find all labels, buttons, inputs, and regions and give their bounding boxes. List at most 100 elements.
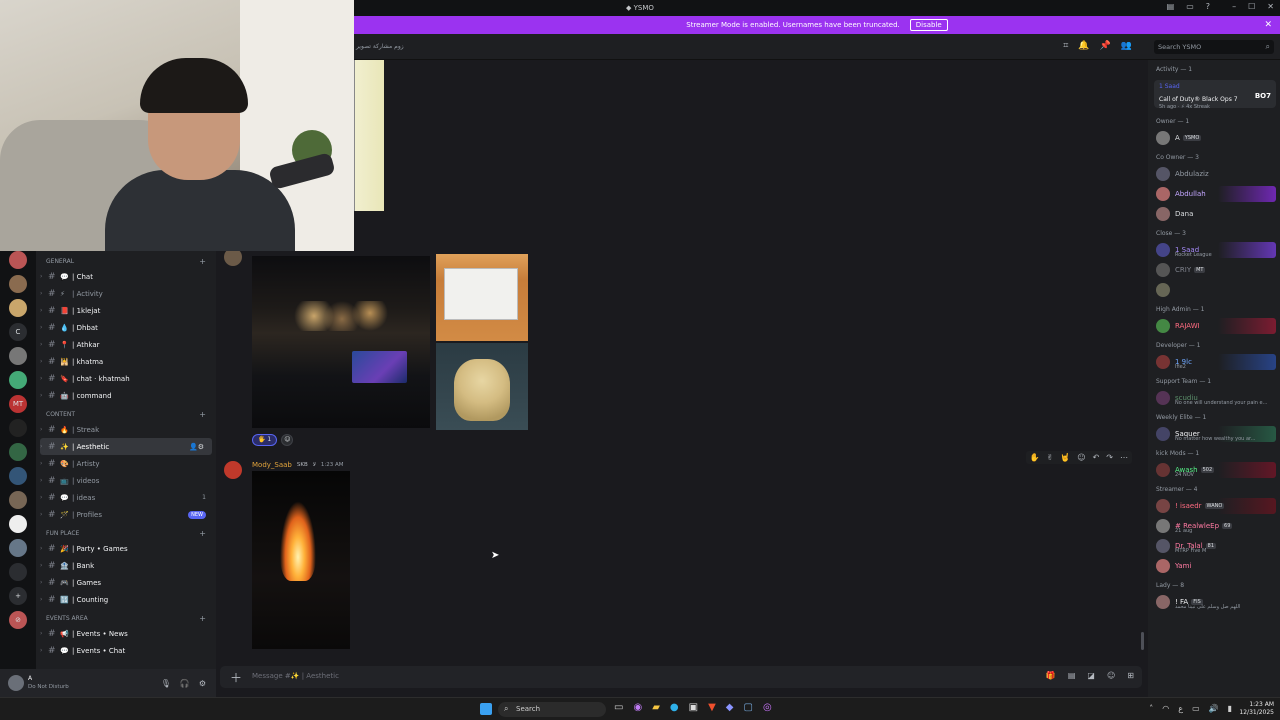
chevron-up-icon[interactable]: ˄ xyxy=(1149,704,1153,713)
sticker-icon[interactable]: ◪ xyxy=(1087,671,1095,680)
close-icon[interactable]: ✕ xyxy=(1264,20,1272,30)
channel-item[interactable]: › # 💬 | Chat xyxy=(36,268,216,285)
channel-item[interactable]: › # 🎮 | Games xyxy=(36,574,216,591)
activity-card[interactable]: 1 Saad Call of Duty® Black Ops 7 5h ago … xyxy=(1154,80,1276,110)
member-item[interactable] xyxy=(1148,280,1280,300)
attachment-image-sketch[interactable] xyxy=(354,60,384,211)
task-view-icon[interactable]: ▭ xyxy=(614,702,623,713)
member-item[interactable]: Abdullah xyxy=(1148,184,1280,204)
server-icon[interactable]: + xyxy=(9,587,27,605)
microphone-icon[interactable]: 🎙 xyxy=(161,679,171,688)
close-button[interactable]: ✕ xyxy=(1267,2,1274,11)
forward-icon[interactable]: ↷ xyxy=(1106,453,1113,462)
app-icon[interactable]: ▢ xyxy=(743,702,752,713)
avatar[interactable] xyxy=(8,675,24,691)
reply-icon[interactable]: ↶ xyxy=(1093,453,1100,462)
member-item[interactable]: Abdulaziz xyxy=(1148,164,1280,184)
channel-item[interactable]: › # 🔥 | Streak xyxy=(36,421,216,438)
message-author[interactable]: Mody_Saab xyxy=(252,461,292,469)
server-icon[interactable]: MT xyxy=(9,395,27,413)
pin-icon[interactable]: 📌 xyxy=(1100,41,1111,51)
reaction-icon[interactable]: 🤘 xyxy=(1060,453,1070,462)
brave-icon[interactable]: ▼ xyxy=(708,702,716,713)
minimize-button[interactable]: – xyxy=(1232,2,1236,11)
volume-icon[interactable]: 🔊 xyxy=(1209,704,1219,713)
language-indicator[interactable]: ع xyxy=(1178,704,1183,713)
channel-item[interactable]: › # 🎨 | Artisty xyxy=(36,455,216,472)
member-item[interactable]: # RealwleEp 69 21 aug xyxy=(1148,516,1280,536)
threads-icon[interactable]: ⌗ xyxy=(1063,41,1068,51)
message-composer[interactable]: ＋ Message #✨ | Aesthetic 🎁 ▤ ◪ ☺ ⊞ xyxy=(220,666,1142,688)
member-item[interactable]: RAJAWI xyxy=(1148,316,1280,336)
member-item[interactable]: ! isaedr WANO xyxy=(1148,496,1280,516)
member-item[interactable]: scudiu No one will understand your pain e… xyxy=(1148,388,1280,408)
gift-icon[interactable]: 🎁 xyxy=(1046,671,1056,680)
member-item[interactable]: ! FA FIS اللهم صل وسلم على نبينا محمد xyxy=(1148,592,1280,612)
attachment-image-fire[interactable] xyxy=(252,471,350,649)
search-input[interactable]: Search YSMO ⌕ xyxy=(1154,40,1274,54)
channel-item[interactable]: › # 🎉 | Party • Games xyxy=(36,540,216,557)
network-icon[interactable]: ▭ xyxy=(1192,704,1200,713)
inbox-icon[interactable]: ▤ xyxy=(1167,2,1175,11)
server-icon[interactable] xyxy=(9,251,27,269)
plus-icon[interactable]: + xyxy=(199,529,206,538)
channel-item[interactable]: › # 📍 | Athkar xyxy=(36,336,216,353)
avatar[interactable] xyxy=(224,461,242,479)
channel-item[interactable]: › # 🔖 | chat · khatmah xyxy=(36,370,216,387)
server-icon[interactable] xyxy=(9,419,27,437)
member-item[interactable]: Dana xyxy=(1148,204,1280,224)
server-icon[interactable] xyxy=(9,539,27,557)
channel-item[interactable]: › # 🏦 | Bank xyxy=(36,557,216,574)
member-item[interactable]: A YSMO xyxy=(1148,128,1280,148)
gear-icon[interactable]: 👤⚙ xyxy=(189,443,204,451)
add-reaction-button[interactable]: ☺ xyxy=(281,434,294,446)
member-item[interactable]: CRIY MT xyxy=(1148,260,1280,280)
plus-icon[interactable]: + xyxy=(199,410,206,419)
channel-item[interactable]: › # 📢 | Events • News xyxy=(36,625,216,642)
app-icon[interactable]: ◎ xyxy=(763,702,772,713)
add-reaction-icon[interactable]: ☺ xyxy=(1077,453,1085,462)
server-icon[interactable] xyxy=(9,443,27,461)
gif-icon[interactable]: ▤ xyxy=(1068,671,1076,680)
channel-item[interactable]: › # 🕌 | khatma xyxy=(36,353,216,370)
server-icon[interactable] xyxy=(9,275,27,293)
disable-streamer-mode-button[interactable]: Disable xyxy=(909,19,948,31)
channel-category[interactable]: CONTENT + xyxy=(36,408,216,421)
gear-icon[interactable]: ⚙ xyxy=(199,679,206,688)
reaction-icon[interactable]: ✋ xyxy=(1030,453,1040,462)
notification-bell-icon[interactable]: 🔔 xyxy=(1078,41,1089,51)
more-icon[interactable]: ⋯ xyxy=(1120,453,1128,462)
channel-item[interactable]: › # ⚡ | Activity xyxy=(36,285,216,302)
reaction-button[interactable]: 🖐 1 xyxy=(252,434,278,446)
server-icon[interactable] xyxy=(9,299,27,317)
channel-item[interactable]: › # 🪄 | Profiles NEW xyxy=(36,506,216,523)
server-icon[interactable] xyxy=(9,491,27,509)
edge-icon[interactable]: ● xyxy=(670,702,679,713)
channel-item[interactable]: › # 💬 | ideas 1 xyxy=(36,489,216,506)
member-item[interactable]: Awash 502 24 NOV xyxy=(1148,460,1280,480)
scrollbar[interactable] xyxy=(1141,632,1144,650)
headphones-icon[interactable]: 🎧 xyxy=(180,679,190,688)
channel-category[interactable]: FUN PLACE + xyxy=(36,527,216,540)
taskbar-search[interactable]: ⌕ Search xyxy=(498,702,606,717)
server-icon[interactable] xyxy=(9,347,27,365)
member-item[interactable]: Saquer No matter how wealthy you ar... xyxy=(1148,424,1280,444)
add-attachment-icon[interactable]: ＋ xyxy=(230,669,242,686)
server-icon[interactable] xyxy=(9,515,27,533)
server-icon[interactable] xyxy=(9,371,27,389)
apps-icon[interactable]: ⊞ xyxy=(1127,671,1134,680)
channel-item[interactable]: › # 💬 | Events • Chat xyxy=(36,642,216,659)
store-icon[interactable]: ▣ xyxy=(689,702,698,713)
member-item[interactable]: 1 Saad Rocket League xyxy=(1148,240,1280,260)
channel-item[interactable]: › # 📕 | 1klejat xyxy=(36,302,216,319)
member-list-icon[interactable]: 👥 xyxy=(1121,41,1132,51)
maximize-button[interactable]: ☐ xyxy=(1248,2,1255,11)
member-item[interactable]: Dr. Talal 81 MTRP Five M xyxy=(1148,536,1280,556)
file-explorer-icon[interactable]: ▰ xyxy=(652,702,660,713)
server-icon[interactable] xyxy=(9,467,27,485)
emoji-icon[interactable]: ☺ xyxy=(1107,671,1115,680)
help-icon[interactable]: ? xyxy=(1206,2,1210,11)
monitor-icon[interactable]: ▭ xyxy=(1186,2,1194,11)
member-item[interactable]: 1 9lc Ifie2 xyxy=(1148,352,1280,372)
server-icon[interactable]: C xyxy=(9,323,27,341)
